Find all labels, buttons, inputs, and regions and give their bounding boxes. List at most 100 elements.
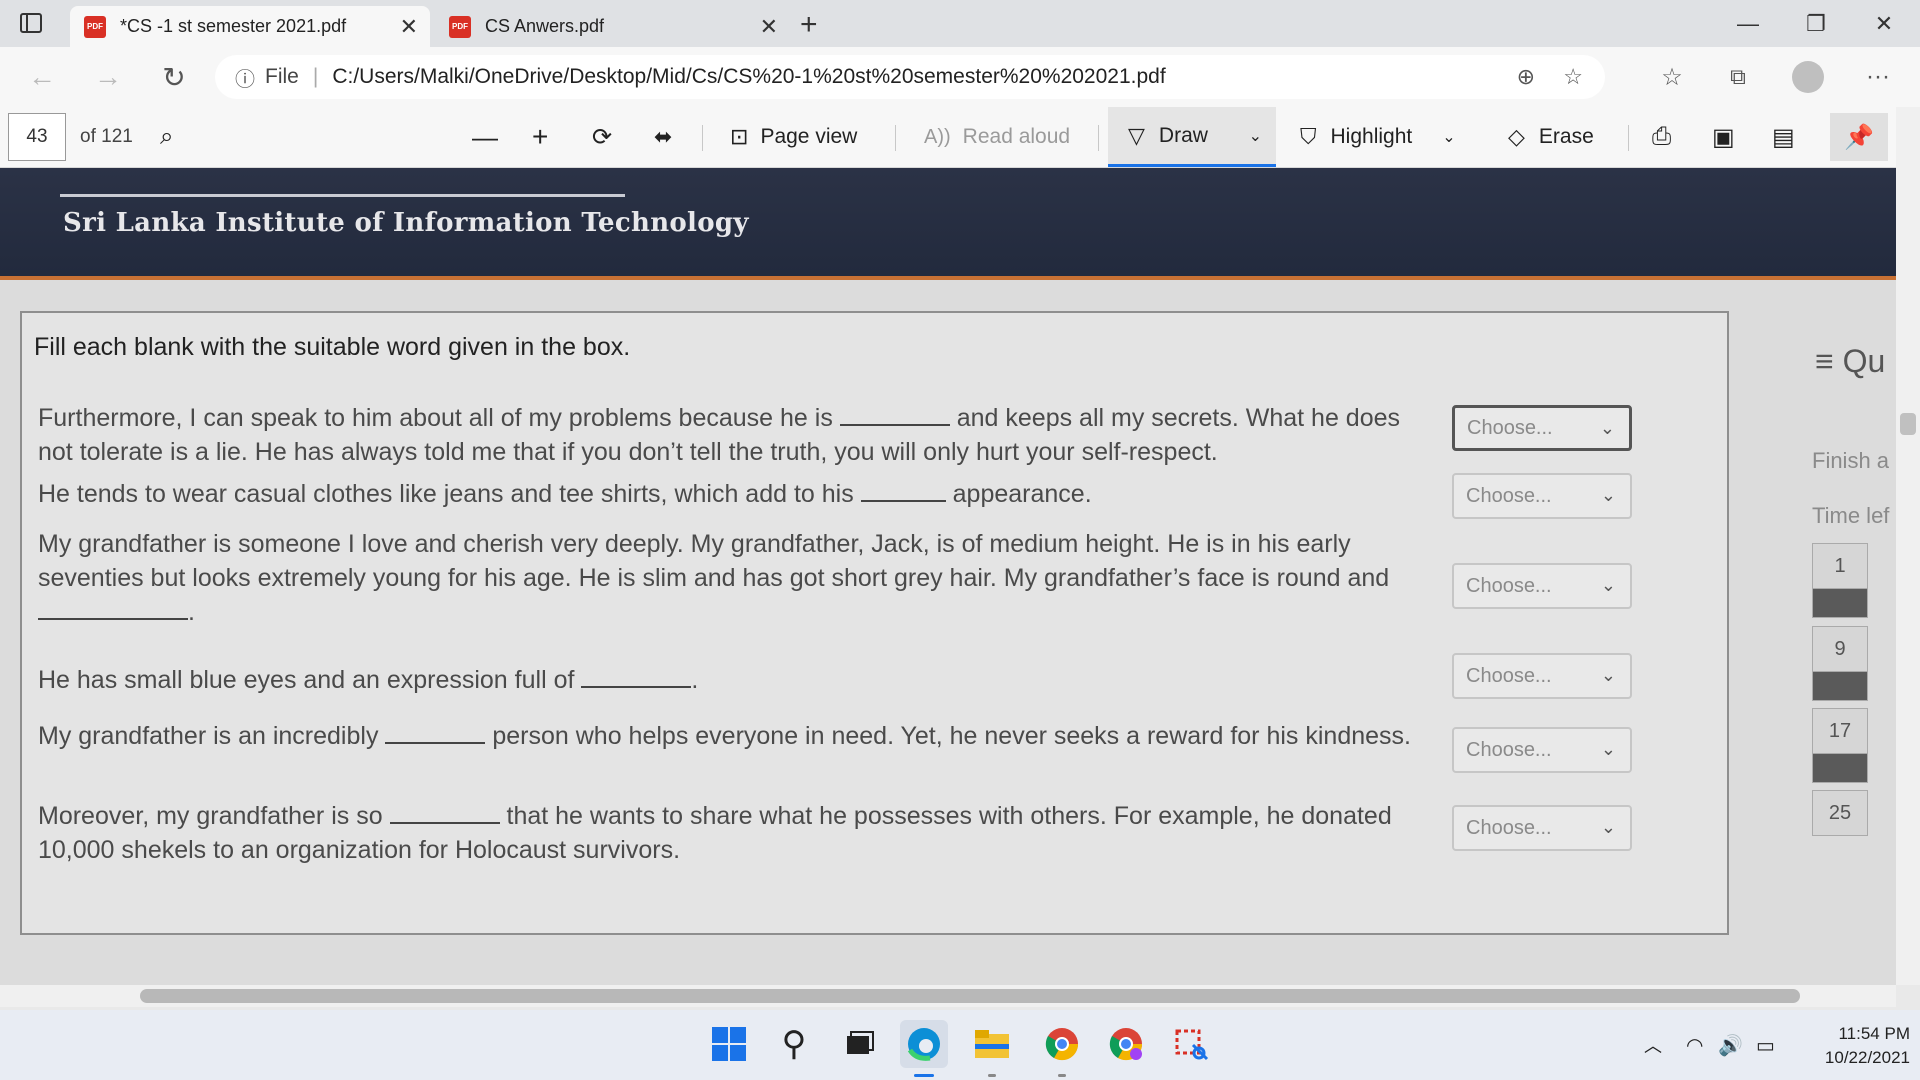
- answer-blank: [385, 724, 486, 744]
- quiz-nav-button[interactable]: 17: [1812, 708, 1868, 754]
- clock-date: 10/22/2021: [1824, 1048, 1910, 1067]
- answer-select[interactable]: Choose... ⌄: [1452, 653, 1632, 699]
- question-text: Moreover, my grandfather is so that he w…: [38, 799, 1438, 867]
- save-icon[interactable]: ▣: [1712, 107, 1735, 167]
- select-value: Choose...: [1467, 416, 1553, 439]
- answer-select[interactable]: Choose... ⌄: [1452, 805, 1632, 851]
- chevron-down-icon[interactable]: ⌄: [1442, 127, 1455, 147]
- search-icon[interactable]: ⚲: [770, 1020, 818, 1068]
- quiz-nav-button[interactable]: 9: [1812, 626, 1868, 672]
- chevron-down-icon: ⌄: [1600, 665, 1616, 685]
- clock-time: 11:54 PM: [1838, 1024, 1910, 1043]
- chevron-down-icon: ⌄: [1600, 739, 1616, 759]
- edge-browser-icon[interactable]: [900, 1020, 948, 1068]
- select-value: Choose...: [1466, 664, 1552, 687]
- tab-cs-answers[interactable]: PDF CS Anwers.pdf ✕: [435, 6, 790, 47]
- answer-blank: [38, 600, 188, 620]
- file-explorer-icon[interactable]: [968, 1020, 1016, 1068]
- print-icon[interactable]: ⎙: [1652, 107, 1671, 167]
- question-text: He has small blue eyes and an expression…: [38, 663, 1438, 697]
- page-total: of 121: [80, 126, 133, 147]
- read-aloud-button[interactable]: A)) Read aloud: [924, 107, 1070, 167]
- task-view-icon[interactable]: [835, 1020, 883, 1068]
- question-text: He tends to wear casual clothes like jea…: [38, 477, 1438, 511]
- answer-blank: [581, 668, 692, 688]
- finish-attempt-link[interactable]: Finish a: [1812, 448, 1889, 474]
- zoom-out-icon[interactable]: —: [472, 107, 498, 167]
- quiz-navigation-menu[interactable]: ≡ Qu: [1815, 343, 1885, 380]
- eraser-icon: ◇: [1508, 124, 1525, 149]
- question-text-after: .: [188, 598, 195, 626]
- answer-select[interactable]: Choose... ⌄: [1452, 473, 1632, 519]
- question-text: My grandfather is someone I love and che…: [38, 527, 1438, 629]
- snipping-tool-icon[interactable]: [1168, 1020, 1216, 1068]
- profile-avatar[interactable]: [1792, 61, 1824, 93]
- close-icon[interactable]: ✕: [760, 14, 778, 40]
- vertical-scroll-thumb[interactable]: [1900, 413, 1916, 435]
- page-number-input[interactable]: 43: [8, 113, 66, 161]
- draw-label: Draw: [1158, 123, 1208, 147]
- banner-rule: [60, 194, 625, 197]
- close-icon[interactable]: ✕: [400, 14, 418, 40]
- quiz-nav-button[interactable]: 25: [1812, 790, 1868, 836]
- zoom-in-icon[interactable]: +: [532, 107, 548, 167]
- clock[interactable]: 11:54 PM 10/22/2021: [1790, 1022, 1910, 1070]
- highlight-button[interactable]: ⛉ Highlight ⌄: [1300, 107, 1456, 167]
- more-icon[interactable]: ···: [1856, 55, 1900, 99]
- erase-label: Erase: [1538, 125, 1594, 148]
- draw-button[interactable]: ▽ Draw ⌄: [1108, 107, 1276, 167]
- answer-select[interactable]: Choose... ⌄: [1452, 563, 1632, 609]
- add-favorite-icon[interactable]: ☆: [1563, 64, 1583, 90]
- restore-icon[interactable]: ❐: [1786, 0, 1846, 47]
- question-text-before: Furthermore, I can speak to him about al…: [38, 404, 833, 432]
- address-bar[interactable]: ⓘ File | C:/Users/Malki/OneDrive/Desktop…: [215, 55, 1605, 99]
- read-aloud-label: Read aloud: [962, 125, 1071, 148]
- chrome-profile-icon[interactable]: [1038, 1020, 1086, 1068]
- chrome-icon[interactable]: [1102, 1020, 1150, 1068]
- collections-icon[interactable]: ⧉: [1716, 55, 1760, 99]
- fit-width-icon[interactable]: ⬌: [654, 107, 672, 167]
- window-close-icon[interactable]: ✕: [1854, 0, 1914, 47]
- tab-cs-semester[interactable]: PDF *CS -1 st semester 2021.pdf ✕: [70, 6, 430, 47]
- windows-start-icon[interactable]: [705, 1020, 753, 1068]
- show-hidden-icons-chevron[interactable]: ︿: [1644, 1010, 1662, 1080]
- answer-blank: [839, 406, 950, 426]
- quiz-box: Fill each blank with the suitable word g…: [20, 311, 1729, 935]
- chevron-down-icon[interactable]: ⌄: [1249, 126, 1262, 146]
- wifi-icon[interactable]: ◠: [1686, 1010, 1703, 1080]
- pdf-icon: PDF: [449, 15, 471, 38]
- page-view-button[interactable]: ⊡ Page view: [730, 107, 857, 167]
- question-text: Furthermore, I can speak to him about al…: [38, 401, 1438, 469]
- back-icon[interactable]: ←: [20, 55, 64, 99]
- search-icon[interactable]: ⌕: [160, 107, 173, 167]
- save-as-icon[interactable]: ▤: [1772, 107, 1795, 167]
- question-text-before: My grandfather is someone I love and che…: [38, 530, 1390, 592]
- select-value: Choose...: [1466, 816, 1552, 839]
- quiz-nav-flag: [1812, 588, 1868, 618]
- pdf-icon: PDF: [84, 15, 106, 38]
- toolbar-divider: [1098, 125, 1099, 151]
- favorites-icon[interactable]: ☆: [1650, 55, 1694, 99]
- new-tab-button[interactable]: +: [800, 8, 818, 42]
- answer-select[interactable]: Choose... ⌄: [1452, 405, 1632, 451]
- quiz-nav-button[interactable]: 1: [1812, 543, 1868, 589]
- volume-icon[interactable]: 🔊: [1718, 1010, 1743, 1080]
- zoom-icon[interactable]: ⊕: [1517, 64, 1535, 90]
- rotate-icon[interactable]: ⟳: [592, 107, 612, 167]
- pin-toolbar-icon[interactable]: 📌: [1830, 113, 1888, 161]
- horizontal-scrollbar[interactable]: [0, 985, 1896, 1007]
- info-icon[interactable]: ⓘ: [235, 63, 255, 92]
- answer-select[interactable]: Choose... ⌄: [1452, 727, 1632, 773]
- select-value: Choose...: [1466, 574, 1552, 597]
- battery-icon[interactable]: ▭: [1756, 1010, 1775, 1080]
- refresh-icon[interactable]: ↻: [152, 55, 196, 99]
- minimize-icon[interactable]: —: [1718, 0, 1778, 47]
- tab-actions-icon[interactable]: [18, 10, 46, 38]
- tab-title: CS Anwers.pdf: [485, 16, 605, 36]
- horizontal-scroll-thumb[interactable]: [140, 989, 1800, 1003]
- address-url[interactable]: C:/Users/Malki/OneDrive/Desktop/Mid/Cs/C…: [332, 65, 1165, 89]
- erase-button[interactable]: ◇ Erase: [1508, 107, 1594, 167]
- vertical-scrollbar[interactable]: [1896, 107, 1920, 985]
- forward-icon[interactable]: →: [86, 55, 130, 99]
- tab-bar: PDF *CS -1 st semester 2021.pdf ✕ PDF CS…: [0, 0, 1920, 47]
